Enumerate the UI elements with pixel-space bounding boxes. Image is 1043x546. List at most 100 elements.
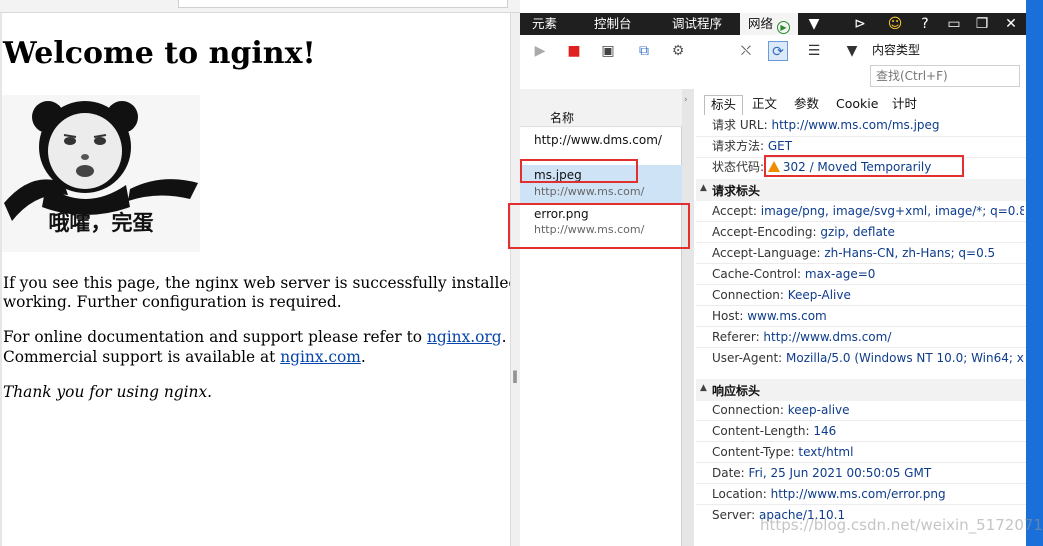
header-value: Keep-Alive [787,288,851,302]
request-header-row: Cache-Control: max-age=0 [712,264,1024,284]
request-header-row: Accept-Encoding: gzip, deflate [712,222,1024,242]
collapse-triangle-icon[interactable]: ▲ [700,183,707,193]
start-capture-icon[interactable]: ▶ [530,41,550,61]
header-key: Server: [712,508,759,522]
header-value: keep-alive [787,403,850,417]
request-url: http://www.ms.com/ [534,185,645,198]
devtools-panel: 元素 控制台 调试程序 网络 ▶ ▼ ⊳ ☺ ? ▭ ❐ ✕ ▶ ■ ▣ ⧉ ⚙… [520,13,1026,546]
clear-cache-icon[interactable]: ⚙ [668,41,688,61]
request-header-row: User-Agent: Mozilla/5.0 (Windows NT 10.0… [712,348,1024,368]
close-devtools-icon[interactable]: ✕ [1001,15,1021,33]
request-row-dms[interactable]: http://www.dms.com/ [520,127,682,163]
header-value: http://www.ms.com/ms.jpeg [771,118,940,132]
tab-body[interactable]: 正文 [746,95,783,115]
desktop-background-edge [1026,0,1043,546]
filter-icon[interactable]: ▼ [842,41,862,61]
request-header-row: Accept-Language: zh-Hans-CN, zh-Hans; q=… [712,243,1024,263]
header-key: Date: [712,466,749,480]
console-toggle-icon[interactable]: ⊳ [850,15,870,33]
tab-timing[interactable]: 计时 [886,95,923,115]
detail-tab-bar: 标头 正文 参数 Cookie 计时 [696,95,1026,115]
response-header-row: Content-Length: 146 [712,421,1024,441]
tab-params[interactable]: 参数 [788,95,825,115]
commercial-period: . [360,348,366,366]
pane-splitter[interactable]: ‖ [510,13,520,546]
header-key: Connection: [712,288,788,302]
header-value: Mozilla/5.0 (Windows NT 10.0; Win64; x64… [786,351,1024,365]
header-key: Content-Length: [712,424,814,438]
header-key: Cache-Control: [712,267,805,281]
intro-line-1: If you see this page, the nginx web serv… [3,274,553,292]
commercial-text: Commercial support is available at [3,348,281,366]
docs-paragraph: For online documentation and support ple… [3,327,507,347]
tab-network-label: 网络 [748,16,774,31]
more-tabs-dropdown-icon[interactable]: ▼ [804,15,824,33]
dock-icon[interactable]: ▭ [944,15,964,33]
header-key: Host: [712,309,748,323]
docs-period: . [501,328,507,346]
collapse-triangle-icon[interactable]: ▲ [700,383,707,393]
import-icon[interactable]: ⧉ [634,41,654,61]
header-value: http://www.ms.com/error.png [770,487,946,501]
header-key: User-Agent: [712,351,787,365]
section-title: 响应标头 [712,384,761,398]
tab-headers[interactable]: 标头 [704,95,744,115]
request-headers-section[interactable]: ▲ 请求标头 [696,179,1026,201]
collapse-arrow-icon[interactable]: › [684,95,688,105]
request-list-header[interactable]: 名称 [520,89,682,127]
nginx-com-link[interactable]: nginx.com [280,348,361,366]
header-value: gzip, deflate [820,225,895,239]
response-headers-section[interactable]: ▲ 响应标头 [696,379,1026,401]
content-type-filter[interactable]: 内容类型 [872,41,920,58]
header-key: 状态代码: [712,160,768,174]
header-value: 146 [813,424,837,438]
nginx-org-link[interactable]: nginx.org [427,328,502,346]
request-header-row: Referer: http://www.dms.com/ [712,327,1024,347]
clear-cookies-icon[interactable]: ⛌ [736,41,756,61]
meme-caption: 哦嚯，完蛋 [48,211,154,235]
tab-network[interactable]: 网络 ▶ [740,13,798,35]
network-toolbar: ▶ ■ ▣ ⧉ ⚙ ⛌ ⟳ ☰ ▼ [520,35,1026,65]
browser-viewport: Welcome to nginx! 哦嚯，完蛋 If you see this … [0,0,552,546]
smiley-feedback-icon[interactable]: ☺ [885,15,905,33]
header-key: Location: [712,487,771,501]
header-key: Accept: [712,204,761,218]
undock-icon[interactable]: ❐ [972,15,992,33]
tab-debugger[interactable]: 调试程序 [672,13,722,35]
response-header-row: Date: Fri, 25 Jun 2021 00:50:05 GMT [712,463,1024,483]
request-method-row: 请求方法: GET [712,136,1024,156]
stop-capture-icon[interactable]: ■ [564,41,584,61]
header-key: Accept-Encoding: [712,225,821,239]
always-refresh-icon[interactable]: ⟳ [768,41,788,61]
devtools-tab-bar: 元素 控制台 调试程序 网络 ▶ ▼ ⊳ ☺ ? ▭ ❐ ✕ [520,13,1026,35]
section-title: 请求标头 [712,184,761,198]
header-value: www.ms.com [747,309,827,323]
docs-text: For online documentation and support ple… [3,328,427,346]
header-value: text/html [798,445,854,459]
tab-elements[interactable]: 元素 [532,13,557,35]
header-key: Connection: [712,403,788,417]
request-name: http://www.dms.com/ [534,133,662,147]
request-header-row: Connection: Keep-Alive [712,285,1024,305]
help-icon[interactable]: ? [915,15,935,33]
response-header-row: Content-Type: text/html [712,442,1024,462]
splitter-grip-icon[interactable]: ‖ [512,369,518,383]
save-icon[interactable]: ▣ [598,41,618,61]
name-column-header: 名称 [550,111,575,125]
page-title: Welcome to nginx! [3,36,316,71]
header-value: max-age=0 [804,267,876,281]
window-left-edge [0,13,2,546]
browser-chrome-strip [0,0,520,13]
find-input[interactable] [870,65,1020,87]
commercial-paragraph: Commercial support is available at nginx… [3,347,366,367]
tab-cookie[interactable]: Cookie [830,95,884,115]
header-key: Referer: [712,330,764,344]
annotation-box-error-png [508,203,690,249]
header-key: Accept-Language: [712,246,825,260]
tab-console[interactable]: 控制台 [594,13,632,35]
list-detail-splitter[interactable]: › [682,89,694,546]
clear-entries-icon[interactable]: ☰ [804,41,824,61]
request-header-row: Host: www.ms.com [712,306,1024,326]
header-value: image/png, image/svg+xml, image/*; q=0.8… [760,204,1024,218]
address-bar[interactable] [178,0,508,8]
